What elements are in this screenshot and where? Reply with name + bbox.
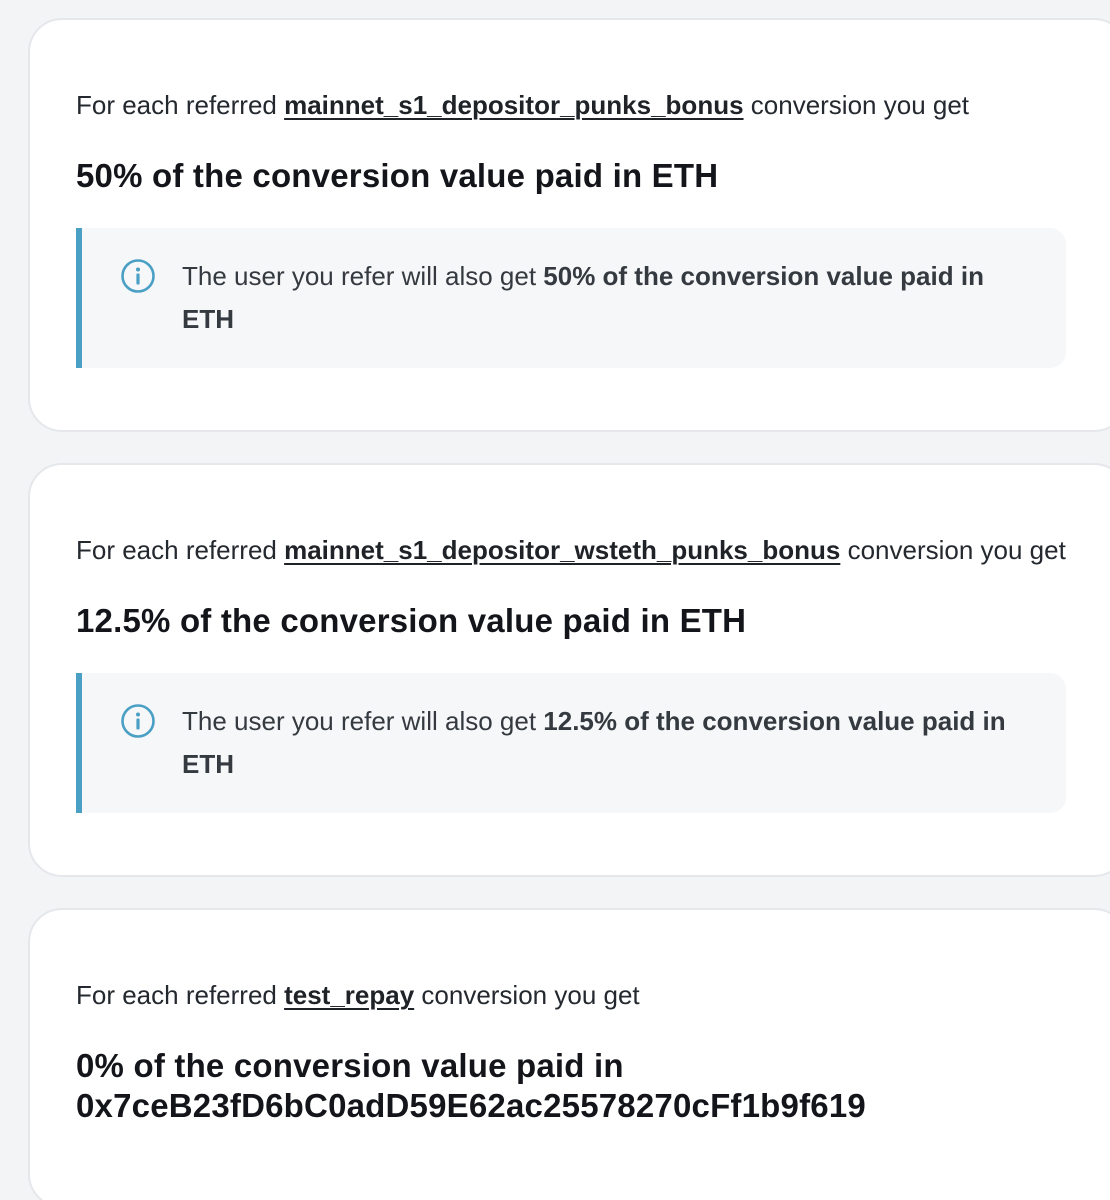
- intro-prefix: For each referred: [76, 980, 285, 1010]
- conversion-name-link[interactable]: mainnet_s1_depositor_punks_bonus: [284, 90, 743, 120]
- conversion-intro: For each referred mainnet_s1_depositor_p…: [76, 88, 969, 122]
- intro-suffix: conversion you get: [414, 980, 640, 1010]
- referral-rewards-page: For each referred mainnet_s1_depositor_p…: [0, 0, 1110, 1200]
- referral-card: For each referred mainnet_s1_depositor_w…: [28, 463, 1110, 877]
- info-icon: [121, 704, 155, 738]
- reward-heading: 12.5% of the conversion value paid in ET…: [76, 602, 747, 639]
- reward-heading: 0% of the conversion value paid in 0x7ce…: [76, 1046, 1076, 1126]
- referee-notice: The user you refer will also get 12.5% o…: [76, 673, 1066, 813]
- conversion-intro: For each referred mainnet_s1_depositor_w…: [76, 533, 1066, 567]
- intro-prefix: For each referred: [76, 90, 285, 120]
- notice-text: The user you refer will also get 12.5% o…: [182, 700, 1042, 786]
- referee-notice: The user you refer will also get 50% of …: [76, 228, 1066, 368]
- token-address: 0x7ceB23fD6bC0adD59E62ac25578270cFf1b9f6…: [76, 1087, 866, 1124]
- referral-card: For each referred mainnet_s1_depositor_p…: [28, 18, 1110, 432]
- notice-prefix: The user you refer will also get: [182, 706, 544, 736]
- reward-line: 0% of the conversion value paid in: [76, 1047, 624, 1084]
- info-icon: [121, 259, 155, 293]
- reward-heading: 50% of the conversion value paid in ETH: [76, 157, 719, 194]
- intro-suffix: conversion you get: [743, 90, 970, 120]
- notice-text: The user you refer will also get 50% of …: [182, 255, 1042, 341]
- conversion-intro: For each referred test_repay conversion …: [76, 978, 640, 1012]
- notice-prefix: The user you refer will also get: [182, 261, 544, 291]
- intro-suffix: conversion you get: [840, 535, 1066, 565]
- conversion-name-link[interactable]: test_repay: [284, 980, 414, 1010]
- referral-card: For each referred test_repay conversion …: [28, 908, 1110, 1200]
- conversion-name-link[interactable]: mainnet_s1_depositor_wsteth_punks_bonus: [284, 535, 840, 565]
- intro-prefix: For each referred: [76, 535, 285, 565]
